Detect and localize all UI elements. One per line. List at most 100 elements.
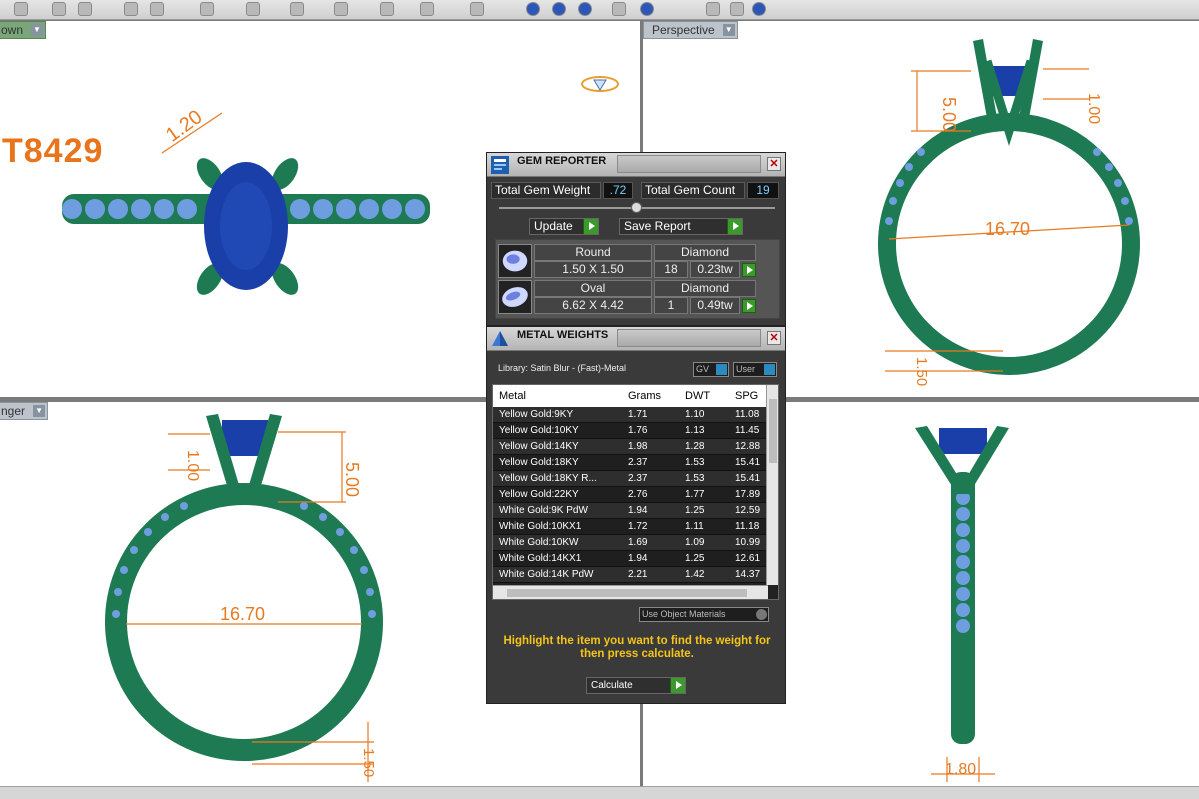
toolbar-tool-icon[interactable] [52,2,66,16]
cell-dwt: 1.25 [685,505,705,516]
calculate-button[interactable]: Calculate [586,677,686,694]
toggle-indicator [764,364,775,375]
library-label: Library: Satin Blur - (Fast)-Metal [498,363,627,373]
cell-grams: 2.76 [628,489,648,500]
status-bar [0,786,1199,799]
cell-grams: 1.76 [628,425,648,436]
toolbar-tool-icon[interactable] [334,2,348,16]
cell-dwt: 1.25 [685,553,705,564]
titlebar-grip [617,329,761,347]
toolbar-render-icon[interactable] [640,2,654,16]
table-row[interactable]: White Gold:9K PdW 1.94 1.25 12.59 [493,503,768,519]
cell-dwt: 1.28 [685,441,705,452]
cell-grams: 2.21 [628,569,648,580]
total-gem-count-value: 19 [747,182,779,199]
cell-grams: 2.37 [628,473,648,484]
radio-indicator [756,609,767,620]
column-header[interactable]: Grams [628,390,661,402]
toolbar-render-icon[interactable] [578,2,592,16]
toolbar-help-icon[interactable] [752,2,766,16]
toolbar-tool-icon[interactable] [124,2,138,16]
cad-workspace: own ▼ 1.20 T8429 Perspective ▼ 5.00 1.00… [0,0,1199,799]
table-row[interactable]: Yellow Gold:18KY R... 2.37 1.53 15.41 [493,471,768,487]
gem-count: 18 [654,261,688,278]
toolbar-tool-icon[interactable] [706,2,720,16]
dimension-label: 1.00 [1085,93,1102,124]
table-row[interactable]: Yellow Gold:14KY 1.98 1.28 12.88 [493,439,768,455]
play-icon [583,219,598,234]
toolbar-tool-icon[interactable] [612,2,626,16]
cell-metal: White Gold:10KW [499,537,579,548]
cell-grams: 1.71 [628,409,648,420]
update-button[interactable]: Update [529,218,599,235]
cell-metal: White Gold:14K PdW [499,569,594,580]
use-object-materials-toggle[interactable]: Use Object Materials [639,607,769,622]
toolbar-tool-icon[interactable] [14,2,28,16]
toolbar-tool-icon[interactable] [420,2,434,16]
column-header[interactable]: DWT [685,390,710,402]
dimension-label: 16.70 [220,604,265,624]
table-row[interactable]: White Gold:10KX1 1.72 1.11 11.18 [493,519,768,535]
toolbar-tool-icon[interactable] [150,2,164,16]
table-row[interactable]: White Gold:10KW 1.69 1.09 10.99 [493,535,768,551]
cell-metal: Yellow Gold:18KY [499,457,579,468]
toolbar-tool-icon[interactable] [730,2,744,16]
user-toggle-label: User [736,364,756,374]
metal-weights-titlebar[interactable]: METAL WEIGHTS ✕ [487,327,785,351]
table-row[interactable]: Yellow Gold:9KY 1.71 1.10 11.08 [493,407,768,423]
use-object-materials-label: Use Object Materials [642,609,726,619]
slider-handle[interactable] [631,202,642,213]
user-toggle[interactable]: User [733,362,777,377]
column-header[interactable]: Metal [499,390,526,402]
horizontal-scrollbar[interactable] [493,585,768,599]
dimension-label: 5.00 [939,97,959,132]
metal-weights-panel: METAL WEIGHTS ✕ Library: Satin Blur - (F… [486,326,786,704]
vertical-scrollbar[interactable] [766,385,778,585]
gv-toggle[interactable]: GV [693,362,729,377]
column-header[interactable]: SPG [735,390,758,402]
play-icon[interactable] [742,299,756,313]
cell-metal: Yellow Gold:18KY R... [499,473,597,484]
close-icon[interactable]: ✕ [767,331,781,345]
round-gem-icon [498,244,532,278]
table-row[interactable]: White Gold:14KX1 1.94 1.25 12.61 [493,551,768,567]
scroll-thumb[interactable] [507,589,747,597]
gem-size: 1.50 X 1.50 [534,261,652,278]
table-row[interactable]: Yellow Gold:22KY 2.76 1.77 17.89 [493,487,768,503]
toolbar-tool-icon[interactable] [470,2,484,16]
close-icon[interactable]: ✕ [767,157,781,171]
gem-row[interactable]: Oval Diamond 6.62 X 4.42 1 0.49tw [498,280,758,314]
toolbar-tool-icon[interactable] [200,2,214,16]
toolbar-tool-icon[interactable] [246,2,260,16]
save-report-button[interactable]: Save Report [619,218,743,235]
dimension-label: 16.70 [985,219,1030,239]
toolbar-tool-icon[interactable] [290,2,304,16]
table-row[interactable]: White Gold:14K PdW 2.21 1.42 14.37 [493,567,768,583]
cell-metal: Yellow Gold:22KY [499,489,579,500]
cell-dwt: 1.42 [685,569,705,580]
toolbar-render-icon[interactable] [552,2,566,16]
table-row[interactable]: Yellow Gold:18KY 2.37 1.53 15.41 [493,455,768,471]
panel-title: GEM REPORTER [517,155,607,167]
instruction-text: Highlight the item you want to find the … [503,635,771,660]
gem-reporter-icon [491,156,509,174]
titlebar-grip [617,155,761,173]
play-icon[interactable] [742,263,756,277]
cell-grams: 1.94 [628,553,648,564]
toolbar-tool-icon[interactable] [78,2,92,16]
toolbar-tool-icon[interactable] [380,2,394,16]
dimension-label: 1.00 [184,450,201,481]
panel-title: METAL WEIGHTS [517,329,609,341]
metal-weights-table: Metal Grams DWT SPG Yellow Gold:9KY 1.71 1… [492,384,779,600]
diamond-logo-icon [581,76,619,92]
scroll-thumb[interactable] [769,399,777,463]
product-code-label: T8429 [2,132,104,170]
calculate-button-label: Calculate [591,680,633,691]
save-report-button-label: Save Report [624,219,691,233]
table-row[interactable]: Yellow Gold:10KY 1.76 1.13 11.45 [493,423,768,439]
toolbar-render-icon[interactable] [526,2,540,16]
gem-weight: 0.49tw [690,297,740,314]
cell-metal: Yellow Gold:14KY [499,441,579,452]
gem-row[interactable]: Round Diamond 1.50 X 1.50 18 0.23tw [498,244,758,278]
gem-reporter-titlebar[interactable]: GEM REPORTER ✕ [487,153,785,177]
